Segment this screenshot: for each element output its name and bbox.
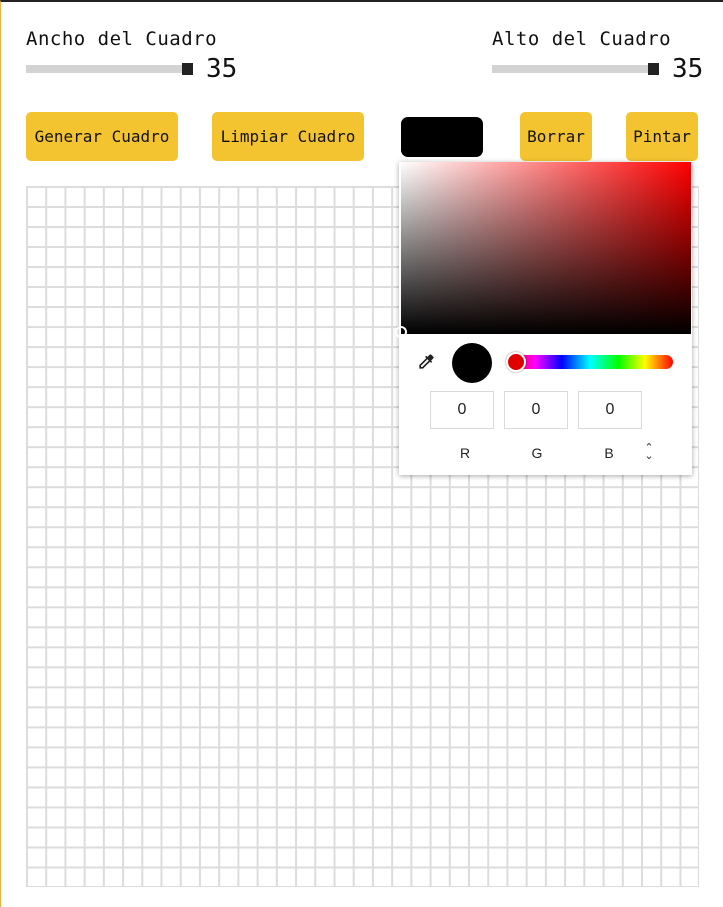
red-input[interactable] [430, 391, 494, 429]
erase-button[interactable]: Borrar [520, 112, 592, 161]
color-swatch-input[interactable] [401, 117, 483, 157]
width-slider[interactable] [26, 63, 193, 75]
green-label: G [531, 445, 543, 461]
saturation-cursor[interactable] [395, 326, 407, 338]
up-down-chevron-icon[interactable]: ⌃ ⌄ [642, 443, 656, 462]
height-value: 35 [672, 54, 704, 84]
color-preview-circle [452, 343, 492, 383]
hue-slider[interactable] [506, 352, 673, 372]
height-label: Alto del Cuadro [492, 28, 672, 50]
height-slider[interactable] [492, 63, 659, 75]
width-value: 35 [206, 54, 238, 84]
hue-slider-thumb[interactable] [506, 352, 526, 372]
color-picker-popup: R G B ⌃⌄ [395, 162, 692, 475]
width-control: Ancho del Cuadro 35 [26, 28, 237, 84]
saturation-value-area[interactable] [395, 162, 691, 338]
height-slider-thumb[interactable] [648, 63, 659, 75]
width-label: Ancho del Cuadro [26, 28, 218, 50]
width-slider-thumb[interactable] [182, 63, 193, 75]
eyedropper-icon[interactable] [416, 352, 436, 372]
paint-button[interactable]: Pintar [626, 112, 698, 161]
blue-label: B [604, 445, 614, 461]
blue-input[interactable] [578, 391, 642, 429]
red-label: R [459, 445, 471, 461]
clear-grid-button[interactable]: Limpiar Cuadro [212, 112, 364, 161]
height-control: Alto del Cuadro 35 [492, 28, 703, 84]
generate-grid-button[interactable]: Generar Cuadro [26, 112, 178, 161]
green-input[interactable] [504, 391, 568, 429]
